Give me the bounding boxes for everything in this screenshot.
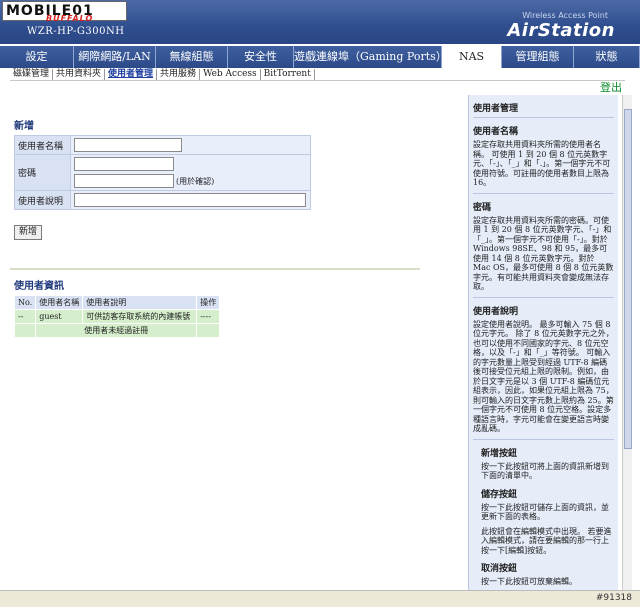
help-panel: 使用者管理 使用者名稱設定存取共用資料夾所需的使用者名稱。 可使用 1 到 20… (468, 95, 618, 590)
row-no: -- (13, 309, 37, 324)
help-subtext: 此按鈕會在編輯模式中出現。 若要進入編輯模式，請在要編輯的那一行上按一下[編輯]… (481, 526, 612, 555)
main-tab-5[interactable]: NAS (442, 46, 502, 68)
help-heading: 密碼 (473, 202, 492, 213)
sub-tab-2[interactable]: 使用者管理 (105, 69, 158, 80)
help-title: 使用者管理 (473, 104, 519, 114)
col-description: 使用者說明 (82, 295, 198, 310)
help-divider (473, 296, 614, 298)
product-type: Wireless Access Point (522, 11, 608, 20)
sub-tab-0[interactable]: 磁碟管理 (10, 69, 54, 80)
main-content: 新增 使用者名稱 密碼 (用於確認) 使用者說明 新增 使用者資訊 No. 使用… (10, 95, 420, 585)
help-divider (473, 192, 614, 194)
add-user-form: 使用者名稱 密碼 (用於確認) 使用者說明 (14, 135, 311, 210)
main-tab-7[interactable]: 狀態 (574, 46, 640, 68)
status-bar (0, 590, 640, 607)
username-label: 使用者名稱 (14, 135, 71, 155)
password-confirm-input[interactable] (74, 174, 174, 188)
info-section-title: 使用者資訊 (14, 281, 64, 292)
sub-tab-5[interactable]: BitTorrent (261, 69, 315, 80)
main-tab-2[interactable]: 無線組態 (156, 46, 228, 68)
help-subheading: 取消按鈕 (481, 564, 518, 574)
row-action: ---- (196, 309, 221, 324)
password-input[interactable] (74, 157, 174, 171)
help-scrollbar[interactable] (622, 95, 632, 590)
main-tab-1[interactable]: 網際網路/LAN (74, 46, 156, 68)
help-divider (473, 438, 614, 440)
confirm-hint: (用於確認) (176, 176, 215, 186)
help-heading: 使用者說明 (473, 306, 519, 317)
help-subheading: 新增按鈕 (481, 448, 518, 459)
sub-nav-divider (10, 80, 625, 81)
model-name: WZR-HP-G300NH (27, 26, 125, 37)
help-subtext: 按一下此按鈕可儲存上面的資訊，並更新下面的表格。 (481, 502, 609, 522)
main-tab-6[interactable]: 管理組態 (502, 46, 574, 68)
table-row: -- guest 可供訪客存取系統的內建帳號 ---- (13, 309, 221, 324)
password-label: 密碼 (14, 154, 71, 191)
logout-link[interactable]: 登出 (600, 79, 622, 95)
main-tab-3[interactable]: 安全性 (228, 46, 294, 68)
add-button[interactable]: 新增 (14, 225, 43, 240)
col-no: No. (13, 295, 37, 310)
empty-note: 使用者未經過註冊 (35, 323, 198, 338)
section-divider (10, 268, 420, 270)
row-username: guest (35, 309, 84, 324)
sub-tab-1[interactable]: 共用資料夾 (53, 69, 106, 80)
col-username: 使用者名稱 (35, 295, 84, 310)
main-nav: 設定 網際網路/LAN 無線組態 安全性 遊戲連線埠（Gaming Ports） NAS 管… (0, 46, 640, 68)
username-input[interactable] (74, 138, 182, 152)
description-input[interactable] (74, 193, 306, 207)
airstation-logo: AirStation (507, 20, 615, 41)
sub-nav: 磁碟管理 共用資料夾 使用者管理 共用服務 Web Access BitTorrent (10, 69, 315, 80)
help-text: 設定存取共用資料夾所需的使用者名稱。 可使用 1 到 20 個 8 位元英數字元… (473, 140, 611, 187)
user-info-table: No. 使用者名稱 使用者說明 操作 -- guest 可供訪客存取系統的內建帳… (13, 295, 221, 338)
description-label: 使用者說明 (14, 190, 71, 210)
row-description: 可供訪客存取系統的內建帳號 (82, 309, 198, 324)
main-tab-4[interactable]: 遊戲連線埠（Gaming Ports） (294, 46, 447, 68)
table-row: 使用者未經過註冊 (13, 323, 221, 338)
help-subtext: 按一下此按鈕可將上面的資訊新增到下面的清單中。 (481, 461, 609, 481)
main-tab-0[interactable]: 設定 (0, 46, 74, 68)
sub-tab-4[interactable]: Web Access (200, 69, 261, 80)
sub-tab-3[interactable]: 共用服務 (157, 69, 201, 80)
help-subtext: 按一下此按鈕可放棄編輯。 (481, 577, 577, 586)
help-text: 設定存取共用資料夾所需的密碼。可使用 1 到 20 個 8 位元英數字元、「-」… (473, 215, 614, 292)
help-text: 設定使用者說明。 最多可輸入 75 個 8 位元字元。 除了 8 位元英數字元之… (473, 319, 614, 434)
scrollbar-thumb[interactable] (624, 109, 632, 449)
buffalo-logo: BUFFALO (46, 14, 94, 23)
add-section-title: 新增 (14, 121, 34, 132)
help-subheading: 儲存按鈕 (481, 489, 518, 500)
help-divider (473, 117, 614, 118)
app-header: MOBILE01 BUFFALO WZR-HP-G300NH Wireless … (0, 0, 640, 44)
help-heading: 使用者名稱 (473, 127, 519, 137)
watermark: #91318 (595, 593, 632, 603)
col-action: 操作 (196, 295, 221, 310)
